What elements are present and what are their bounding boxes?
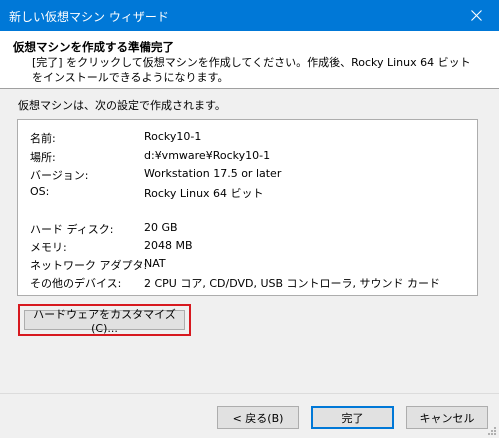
summary-label: 名前: bbox=[30, 132, 56, 145]
title-bar: 新しい仮想マシン ウィザード bbox=[0, 0, 499, 31]
summary-lead: 仮想マシンは、次の設定で作成されます。 bbox=[18, 99, 226, 112]
customize-highlight: ハードウェアをカスタマイズ(C)... bbox=[18, 304, 191, 336]
summary-label: OS: bbox=[30, 185, 50, 198]
summary-label: ハード ディスク: bbox=[30, 223, 114, 236]
summary-value: Rocky Linux 64 ビット bbox=[144, 187, 264, 200]
summary-value: Rocky10-1 bbox=[144, 130, 202, 143]
wizard-header: 仮想マシンを作成する準備完了 [完了] をクリックして仮想マシンを作成してくださ… bbox=[0, 31, 499, 89]
summary-label: その他のデバイス: bbox=[30, 277, 122, 290]
header-description: [完了] をクリックして仮想マシンを作成してください。作成後、Rocky Lin… bbox=[32, 56, 471, 84]
finish-button[interactable]: 完了 bbox=[311, 406, 394, 429]
summary-value: 2048 MB bbox=[144, 239, 193, 252]
footer-divider bbox=[0, 393, 499, 394]
summary-label: 場所: bbox=[30, 151, 56, 164]
back-button[interactable]: < 戻る(B) bbox=[217, 406, 299, 429]
close-button[interactable] bbox=[453, 0, 499, 31]
summary-label: ネットワーク アダプタ: bbox=[30, 259, 148, 272]
summary-value: Workstation 17.5 or later bbox=[144, 167, 282, 180]
summary-value: d:¥vmware¥Rocky10-1 bbox=[144, 149, 271, 162]
summary-value: 20 GB bbox=[144, 221, 178, 234]
resize-grip-icon[interactable] bbox=[487, 426, 497, 436]
close-icon bbox=[470, 10, 482, 21]
customize-hardware-button[interactable]: ハードウェアをカスタマイズ(C)... bbox=[24, 308, 185, 335]
summary-label: メモリ: bbox=[30, 241, 67, 254]
settings-summary: 名前: Rocky10-1 場所: d:¥vmware¥Rocky10-1 バー… bbox=[17, 119, 478, 296]
cancel-button[interactable]: キャンセル bbox=[406, 406, 488, 429]
summary-label: バージョン: bbox=[30, 169, 89, 182]
header-title: 仮想マシンを作成する準備完了 bbox=[13, 40, 174, 54]
window-title: 新しい仮想マシン ウィザード bbox=[9, 10, 169, 24]
summary-value: 2 CPU コア, CD/DVD, USB コントローラ, サウンド カード bbox=[144, 277, 441, 290]
summary-value: NAT bbox=[144, 257, 166, 270]
